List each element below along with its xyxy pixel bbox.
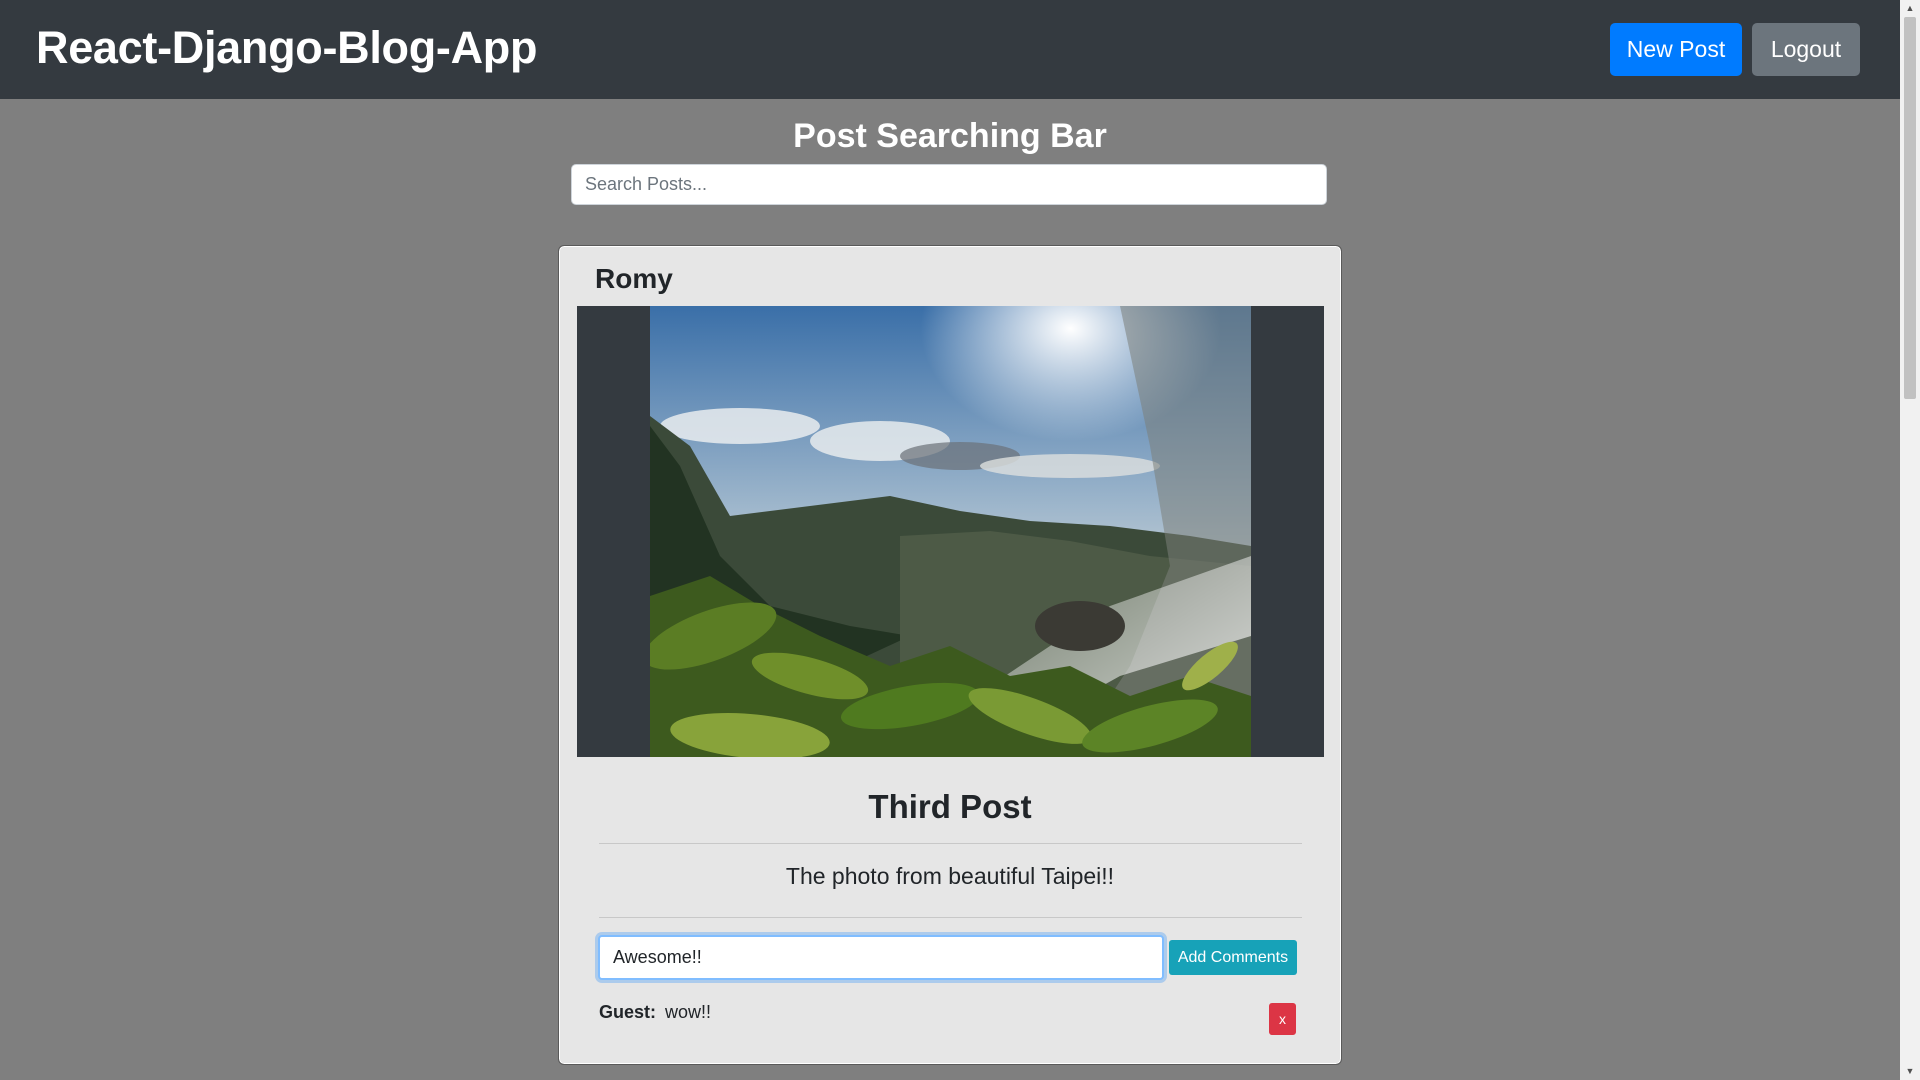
vertical-scrollbar[interactable]: ▲ ▼: [1900, 0, 1920, 1080]
post-body: The photo from beautiful Taipei!!: [785, 863, 1115, 889]
browser-viewport: React-Django-Blog-App New Post Logout Po…: [0, 0, 1920, 1080]
post-card: Romy Third Post The photo from beautiful…: [558, 245, 1342, 1065]
page: React-Django-Blog-App New Post Logout Po…: [0, 0, 1900, 1080]
chevron-up-icon[interactable]: ▲: [1900, 0, 1920, 17]
search-heading: Post Searching Bar: [793, 117, 1107, 155]
logout-button[interactable]: Logout: [1752, 23, 1860, 76]
comment-text: wow!!: [665, 1002, 712, 1022]
post-image: [650, 306, 1251, 757]
post-title: Third Post: [868, 788, 1032, 825]
chevron-down-icon[interactable]: ▼: [1900, 1063, 1920, 1080]
new-post-button[interactable]: New Post: [1610, 23, 1742, 76]
search-input[interactable]: [571, 164, 1327, 205]
post-image-frame: [577, 306, 1324, 757]
comment-author: Guest:: [599, 1002, 657, 1022]
add-comments-button[interactable]: Add Comments: [1169, 940, 1297, 975]
divider: [599, 917, 1302, 918]
scrollbar-thumb[interactable]: [1904, 17, 1916, 399]
brand-title[interactable]: React-Django-Blog-App: [36, 20, 537, 76]
delete-comment-button[interactable]: x: [1269, 1003, 1296, 1035]
post-author: Romy: [595, 263, 673, 294]
navbar: React-Django-Blog-App New Post Logout: [0, 0, 1900, 99]
divider: [599, 843, 1302, 844]
comment-input[interactable]: [598, 935, 1164, 980]
